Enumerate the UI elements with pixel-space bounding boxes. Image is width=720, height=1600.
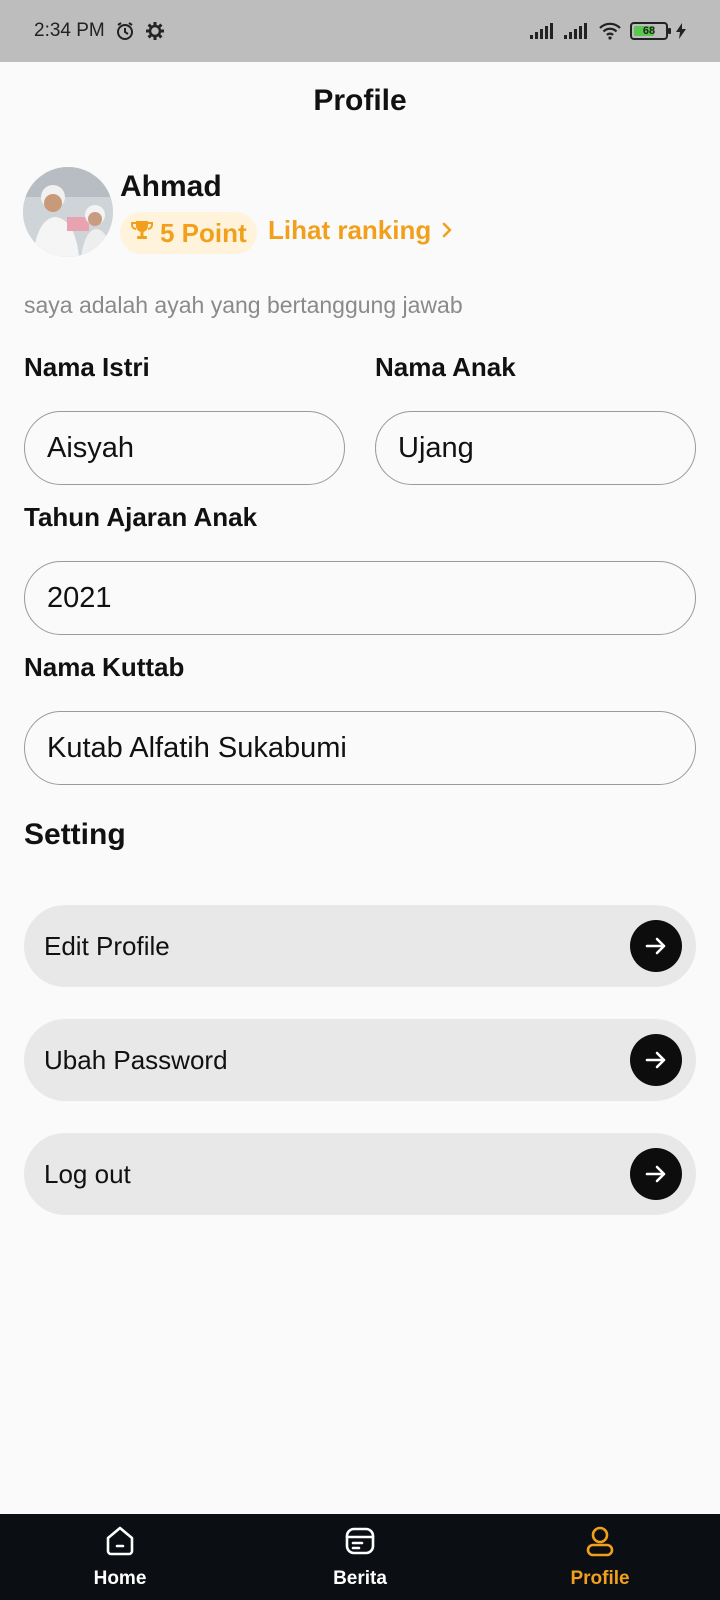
- setting-item-label: Ubah Password: [44, 1044, 228, 1075]
- charging-icon: [676, 23, 686, 39]
- news-icon: [343, 1524, 377, 1564]
- nav-item-berita[interactable]: Berita: [290, 1514, 430, 1600]
- school-year-label: Tahun Ajaran Anak: [24, 502, 258, 532]
- arrow-right-icon: [630, 1148, 682, 1200]
- page-title: Profile: [313, 84, 407, 117]
- trophy-icon: [130, 218, 154, 249]
- ranking-link-label: Lihat ranking: [268, 215, 432, 245]
- battery-level: 68: [642, 25, 656, 37]
- user-name: Ahmad: [120, 170, 222, 203]
- change-password-button[interactable]: Ubah Password: [24, 1019, 696, 1101]
- nav-item-label: Profile: [570, 1568, 630, 1589]
- child-name-field[interactable]: Ujang: [375, 411, 696, 485]
- wife-name-field[interactable]: Aisyah: [24, 411, 345, 485]
- nav-item-label: Berita: [333, 1568, 387, 1589]
- battery-icon: 68: [630, 22, 671, 40]
- home-icon: [103, 1524, 137, 1564]
- avatar[interactable]: [23, 167, 113, 257]
- setting-item-label: Edit Profile: [44, 930, 170, 961]
- chevron-right-icon: [441, 215, 453, 246]
- nav-item-home[interactable]: Home: [50, 1514, 190, 1600]
- nav-item-profile[interactable]: Profile: [530, 1514, 670, 1600]
- user-bio: saya adalah ayah yang bertanggung jawab: [24, 292, 463, 318]
- setting-item-label: Log out: [44, 1158, 131, 1189]
- wifi-icon: [598, 22, 622, 40]
- alarm-icon: [115, 21, 135, 41]
- kuttab-name-label: Nama Kuttab: [24, 652, 185, 682]
- signal-icon: [530, 23, 556, 39]
- status-right: 68: [530, 22, 686, 40]
- child-name-label: Nama Anak: [375, 352, 516, 382]
- kuttab-name-field[interactable]: Kutab Alfatih Sukabumi: [24, 711, 696, 785]
- user-icon: [583, 1524, 617, 1564]
- bottom-nav: Home Berita Profile: [0, 1514, 720, 1600]
- signal-icon: [564, 23, 590, 39]
- school-year-field[interactable]: 2021: [24, 561, 696, 635]
- status-left: 2:34 PM: [34, 20, 165, 42]
- status-time: 2:34 PM: [34, 20, 105, 41]
- arrow-right-icon: [630, 920, 682, 972]
- points-badge: 5 Point: [120, 212, 257, 254]
- settings-title: Setting: [24, 818, 126, 851]
- logout-button[interactable]: Log out: [24, 1133, 696, 1215]
- edit-profile-button[interactable]: Edit Profile: [24, 905, 696, 987]
- ranking-link[interactable]: Lihat ranking: [268, 215, 453, 246]
- wife-name-label: Nama Istri: [24, 352, 150, 382]
- settings-gear-icon: [145, 21, 165, 41]
- status-bar: 2:34 PM 68: [0, 0, 720, 62]
- arrow-right-icon: [630, 1034, 682, 1086]
- nav-item-label: Home: [93, 1568, 147, 1589]
- points-label: 5 Point: [160, 217, 247, 248]
